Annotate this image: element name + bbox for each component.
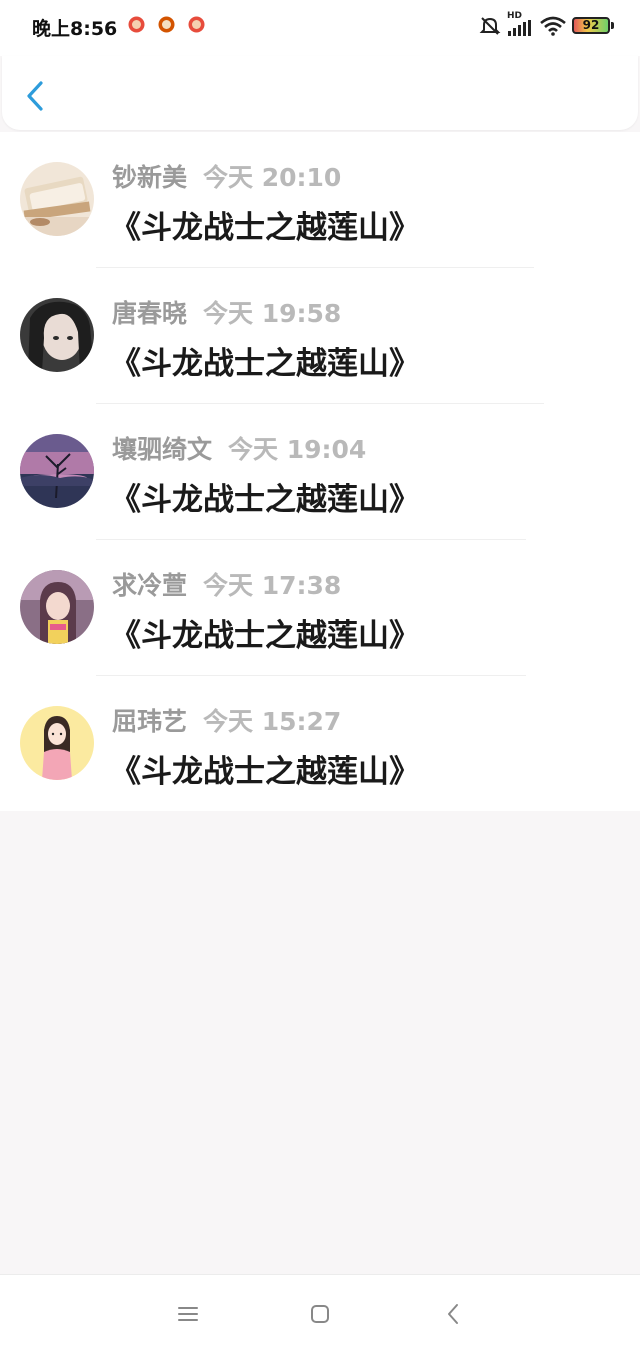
sender-name: 壤驷绮文: [112, 435, 213, 464]
message-text: 《斗龙战士之越莲山》: [110, 754, 420, 790]
avatar[interactable]: [20, 706, 94, 780]
list-item[interactable]: 钞新美 今天 20:10 《斗龙战士之越莲山》: [0, 132, 640, 268]
app-header: [2, 56, 638, 130]
sender-name: 钞新美: [112, 163, 188, 192]
message-text: 《斗龙战士之越莲山》: [110, 618, 420, 654]
status-time: 晚上8:56: [32, 18, 118, 40]
message-meta: 壤驷绮文 今天 19:04: [112, 430, 366, 466]
app-notification-icon: [188, 16, 205, 33]
sender-name: 屈玮艺: [112, 707, 188, 736]
sender-name: 唐春晓: [112, 299, 188, 328]
message-time: 今天 20:10: [203, 163, 342, 192]
message-list: 钞新美 今天 20:10 《斗龙战士之越莲山》 唐春晓 今天 19:58 《斗龙战士…: [0, 132, 640, 811]
avatar[interactable]: [20, 162, 94, 236]
sender-name: 求冷萱: [112, 571, 188, 600]
message-time: 今天 15:27: [203, 707, 342, 736]
chevron-left-icon[interactable]: [22, 78, 52, 114]
avatar[interactable]: [20, 298, 94, 372]
message-time: 今天 19:04: [228, 435, 367, 464]
back-icon[interactable]: [441, 1301, 467, 1327]
status-bar: 晚上8:56 HD 92: [0, 0, 640, 56]
battery-level: 92: [582, 18, 600, 32]
wifi-icon: [540, 16, 566, 36]
app-notification-icon: [158, 16, 175, 33]
message-text: 《斗龙战士之越莲山》: [110, 346, 420, 382]
list-item[interactable]: 屈玮艺 今天 15:27 《斗龙战士之越莲山》: [0, 676, 640, 812]
message-meta: 求冷萱 今天 17:38: [112, 566, 341, 602]
system-nav-bar: [0, 1274, 640, 1352]
list-item[interactable]: 唐春晓 今天 19:58 《斗龙战士之越莲山》: [0, 268, 640, 404]
message-meta: 唐春晓 今天 19:58: [112, 294, 341, 330]
avatar[interactable]: [20, 570, 94, 644]
message-text: 《斗龙战士之越莲山》: [110, 210, 420, 246]
message-text: 《斗龙战士之越莲山》: [110, 482, 420, 518]
message-time: 今天 17:38: [203, 571, 342, 600]
menu-icon[interactable]: [175, 1301, 201, 1327]
message-time: 今天 19:58: [203, 299, 342, 328]
avatar[interactable]: [20, 434, 94, 508]
mute-bell-icon: [479, 17, 501, 35]
home-icon[interactable]: [307, 1301, 333, 1327]
list-item[interactable]: 求冷萱 今天 17:38 《斗龙战士之越莲山》: [0, 540, 640, 676]
signal-icon: [508, 20, 531, 36]
app-notification-icon: [128, 16, 145, 33]
message-meta: 钞新美 今天 20:10: [112, 158, 341, 194]
battery-tip: [611, 22, 614, 29]
message-meta: 屈玮艺 今天 15:27: [112, 702, 341, 738]
list-item[interactable]: 壤驷绮文 今天 19:04 《斗龙战士之越莲山》: [0, 404, 640, 540]
